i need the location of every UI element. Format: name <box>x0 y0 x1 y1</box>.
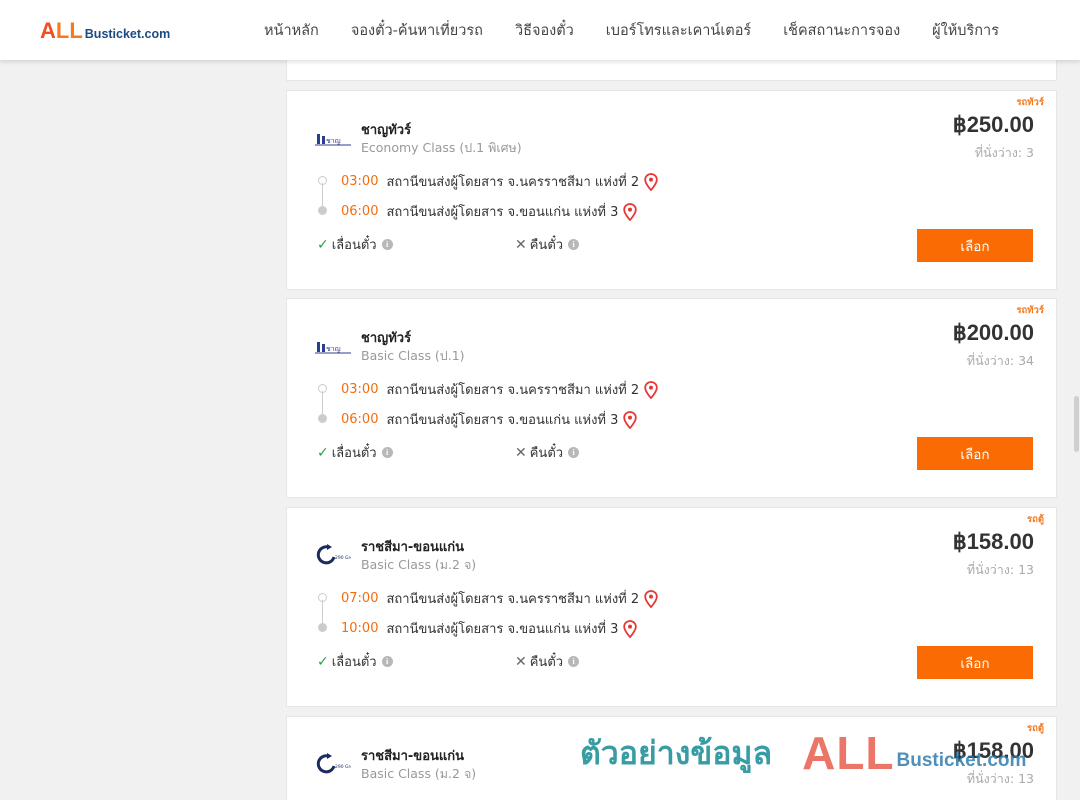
nav-check-booking[interactable]: เช็คสถานะการจอง <box>783 19 900 42</box>
page-scrollbar[interactable] <box>1072 60 1080 800</box>
info-icon[interactable]: i <box>381 656 393 667</box>
arrival-stop: 06:00 สถานีขนส่งผู้โดยสาร จ.ขอนแก่น แห่ง… <box>341 409 638 430</box>
select-trip-button[interactable]: เลือก <box>917 229 1033 262</box>
operator-logo: ชาญ <box>315 128 351 148</box>
info-icon[interactable]: i <box>568 656 580 667</box>
departure-stop: 07:00 สถานีขนส่งผู้โดยสาร จ.นครราชสีมา แ… <box>341 588 658 609</box>
cross-icon: ✕ <box>515 444 527 461</box>
departure-place: สถานีขนส่งผู้โดยสาร จ.นครราชสีมา แห่งที่… <box>386 592 640 607</box>
arrival-time: 06:00 <box>341 204 379 219</box>
ticket-price: ฿200.00 <box>952 320 1034 345</box>
departure-time: 07:00 <box>341 591 379 606</box>
nav-how-to-book[interactable]: วิธีจองตั๋ว <box>515 19 574 42</box>
bus-class: Basic Class (ม.2 จ) <box>361 766 477 781</box>
bus-class: Basic Class (ป.1) <box>361 348 465 363</box>
operator-name: ชาญทัวร์ <box>361 331 412 346</box>
svg-text:ชาญ: ชาญ <box>326 345 341 353</box>
nav-home[interactable]: หน้าหลัก <box>264 19 319 42</box>
info-icon[interactable]: i <box>568 239 580 250</box>
refund-label: คืนตั๋ว <box>529 238 564 253</box>
refund-feature: ✕ คืนตั๋ว i <box>515 234 580 255</box>
trip-card: รถทัวร์ ชาญ ชาญทัวร์ Basic Class (ป.1) ฿… <box>286 298 1057 498</box>
refund-label: คืนตั๋ว <box>529 446 564 461</box>
ticket-price: ฿250.00 <box>952 112 1034 137</box>
vehicle-type-badge: รถตู้ <box>1026 723 1044 734</box>
map-pin-icon[interactable] <box>623 619 638 638</box>
vehicle-type-badge: รถทัวร์ <box>1016 97 1044 108</box>
check-icon: ✓ <box>317 444 329 461</box>
reschedule-label: เลื่อนตั๋ว <box>331 238 377 253</box>
svg-text:ชาญ: ชาญ <box>326 137 341 145</box>
arrival-place: สถานีขนส่งผู้โดยสาร จ.ขอนแก่น แห่งที่ 3 <box>386 622 619 637</box>
departure-stop: 03:00 สถานีขนส่งผู้โดยสาร จ.นครราชสีมา แ… <box>341 379 658 400</box>
trip-card: รถทัวร์ ชาญ ชาญทัวร์ Economy Class (ป.1 … <box>286 90 1057 290</box>
operator-logo: 290 Group <box>315 753 351 774</box>
departure-time: 03:00 <box>341 174 379 189</box>
ticket-price: ฿158.00 <box>952 738 1034 763</box>
departure-place: สถานีขนส่งผู้โดยสาร จ.นครราชสีมา แห่งที่… <box>386 175 640 190</box>
refund-label: คืนตั๋ว <box>529 655 564 670</box>
cross-icon: ✕ <box>515 236 527 253</box>
map-pin-icon[interactable] <box>644 172 658 191</box>
refund-feature: ✕ คืนตั๋ว i <box>515 442 580 463</box>
arrival-time: 10:00 <box>341 621 379 636</box>
seats-available: ที่นั่งว่าง: 13 <box>966 562 1034 577</box>
trip-card: รถตู้ 290 Group ราชสีมา-ขอนแก่น Basic Cl… <box>286 507 1057 707</box>
check-icon: ✓ <box>317 653 329 670</box>
map-pin-icon[interactable] <box>644 589 658 608</box>
info-icon[interactable]: i <box>568 447 580 458</box>
trip-card: รถตู้ 290 Group ราชสีมา-ขอนแก่น Basic Cl… <box>286 716 1057 800</box>
nav-book-search[interactable]: จองตั๋ว-ค้นหาเที่ยวรถ <box>351 19 483 42</box>
main-nav: หน้าหลัก จองตั๋ว-ค้นหาเที่ยวรถ วิธีจองตั… <box>248 0 1015 60</box>
operator-name: ราชสีมา-ขอนแก่น <box>361 540 465 555</box>
nav-operators[interactable]: ผู้ให้บริการ <box>932 19 999 42</box>
seats-available: ที่นั่งว่าง: 34 <box>966 353 1034 368</box>
reschedule-label: เลื่อนตั๋ว <box>331 655 377 670</box>
arrival-place: สถานีขนส่งผู้โดยสาร จ.ขอนแก่น แห่งที่ 3 <box>386 413 619 428</box>
arrival-stop: 10:00 สถานีขนส่งผู้โดยสาร จ.ขอนแก่น แห่ง… <box>341 618 638 639</box>
operator-logo: 290 Group <box>315 544 351 565</box>
reschedule-feature: ✓ เลื่อนตั๋ว i <box>317 234 393 255</box>
map-pin-icon[interactable] <box>623 410 638 429</box>
operator-name: ราชสีมา-ขอนแก่น <box>361 749 465 764</box>
top-header: ALL Busticket.com หน้าหลัก จองตั๋ว-ค้นหา… <box>0 0 1080 60</box>
arrival-place: สถานีขนส่งผู้โดยสาร จ.ขอนแก่น แห่งที่ 3 <box>386 205 619 220</box>
info-icon[interactable]: i <box>381 239 393 250</box>
site-logo[interactable]: ALL Busticket.com <box>40 18 170 44</box>
departure-stop: 03:00 สถานีขนส่งผู้โดยสาร จ.นครราชสีมา แ… <box>341 171 658 192</box>
logo-all: ALL <box>40 18 83 43</box>
departure-time: 03:00 <box>341 382 379 397</box>
seats-available: ที่นั่งว่าง: 13 <box>966 771 1034 786</box>
ticket-price: ฿158.00 <box>952 529 1034 554</box>
arrival-dot-icon <box>318 206 327 215</box>
vehicle-type-badge: รถทัวร์ <box>1016 305 1044 316</box>
arrival-dot-icon <box>318 414 327 423</box>
select-trip-button[interactable]: เลือก <box>917 437 1033 470</box>
select-trip-button[interactable]: เลือก <box>917 646 1033 679</box>
operator-name: ชาญทัวร์ <box>361 123 412 138</box>
svg-text:290 Group: 290 Group <box>335 555 351 561</box>
reschedule-feature: ✓ เลื่อนตั๋ว i <box>317 651 393 672</box>
bus-class: Basic Class (ม.2 จ) <box>361 557 477 572</box>
bus-class: Economy Class (ป.1 พิเศษ) <box>361 140 522 155</box>
info-icon[interactable]: i <box>381 447 393 458</box>
refund-feature: ✕ คืนตั๋ว i <box>515 651 580 672</box>
seats-available: ที่นั่งว่าง: 3 <box>974 145 1034 160</box>
map-pin-icon[interactable] <box>623 202 638 221</box>
reschedule-feature: ✓ เลื่อนตั๋ว i <box>317 442 393 463</box>
map-pin-icon[interactable] <box>644 380 658 399</box>
arrival-time: 06:00 <box>341 412 379 427</box>
vehicle-type-badge: รถตู้ <box>1026 514 1044 525</box>
nav-contact-counters[interactable]: เบอร์โทรและเคาน์เตอร์ <box>606 19 751 42</box>
logo-site: Busticket.com <box>84 27 171 41</box>
reschedule-label: เลื่อนตั๋ว <box>331 446 377 461</box>
operator-logo: ชาญ <box>315 336 351 356</box>
arrival-stop: 06:00 สถานีขนส่งผู้โดยสาร จ.ขอนแก่น แห่ง… <box>341 201 638 222</box>
scrollbar-thumb[interactable] <box>1074 396 1079 452</box>
svg-text:290 Group: 290 Group <box>335 764 351 770</box>
check-icon: ✓ <box>317 236 329 253</box>
arrival-dot-icon <box>318 623 327 632</box>
cross-icon: ✕ <box>515 653 527 670</box>
departure-place: สถานีขนส่งผู้โดยสาร จ.นครราชสีมา แห่งที่… <box>386 383 640 398</box>
